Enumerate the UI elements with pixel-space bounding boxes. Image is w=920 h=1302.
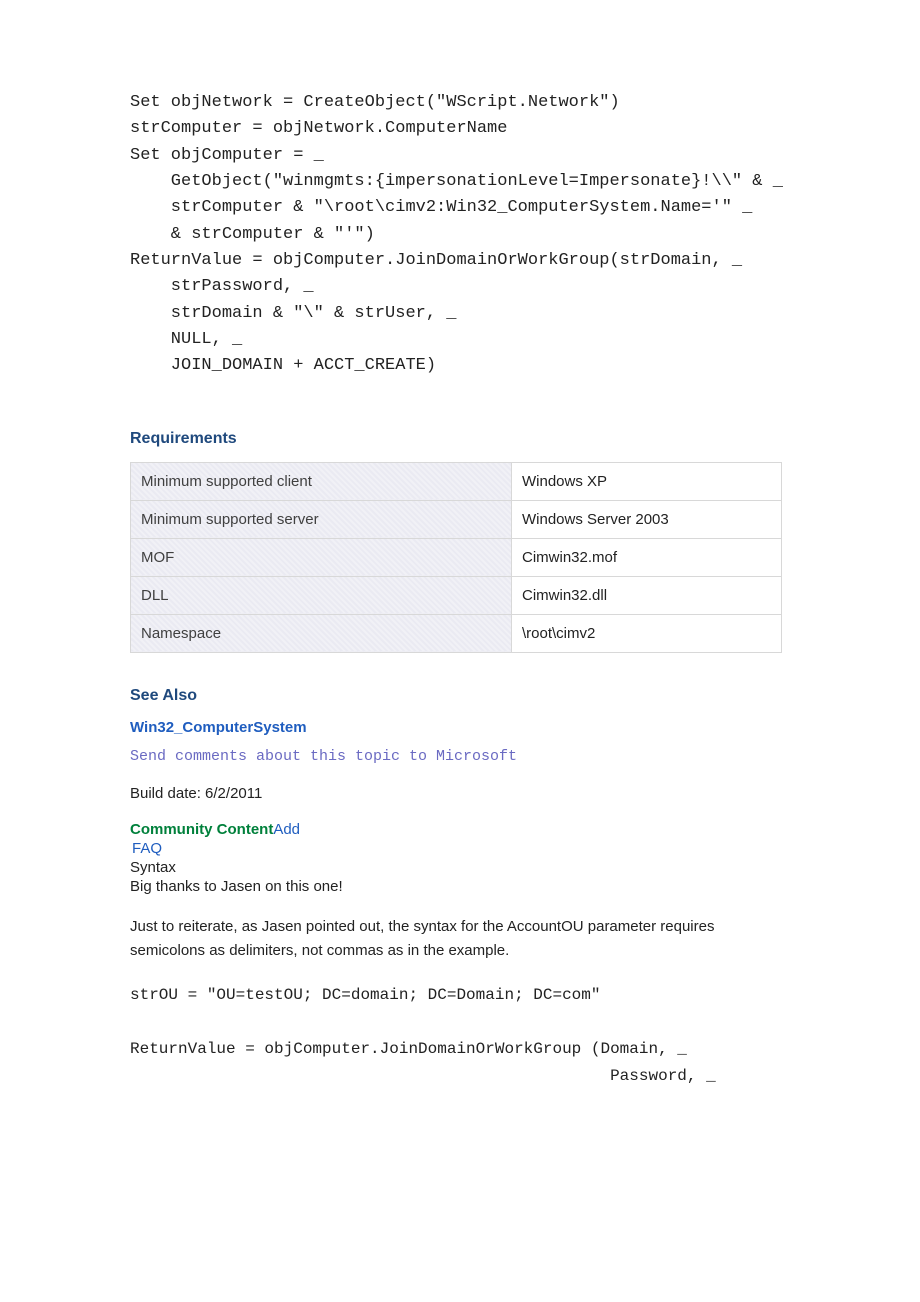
community-content-section: Community ContentAdd FAQ Syntax Big than… [130,821,850,962]
code-example-2: strOU = "OU=testOU; DC=domain; DC=Domain… [130,982,850,1091]
community-item-subtitle: Big thanks to Jasen on this one! [130,878,850,895]
req-key: Minimum supported server [131,500,512,538]
req-value: Windows XP [512,462,782,500]
req-value: Cimwin32.mof [512,538,782,576]
table-row: Minimum supported server Windows Server … [131,500,782,538]
community-faq-link[interactable]: FAQ [132,840,850,857]
table-row: Namespace \root\cimv2 [131,614,782,652]
requirements-heading: Requirements [130,430,850,448]
table-row: MOF Cimwin32.mof [131,538,782,576]
req-key: DLL [131,576,512,614]
community-add-link[interactable]: Add [273,821,300,838]
code-example-1: Set objNetwork = CreateObject("WScript.N… [130,90,850,380]
feedback-link[interactable]: Send comments about this topic to Micros… [130,748,850,765]
req-key: Minimum supported client [131,462,512,500]
see-also-link[interactable]: Win32_ComputerSystem [130,719,850,736]
req-value: Cimwin32.dll [512,576,782,614]
requirements-table: Minimum supported client Windows XP Mini… [130,462,782,653]
community-item-title: Syntax [130,859,850,876]
req-value: \root\cimv2 [512,614,782,652]
community-content-label: Community Content [130,821,273,838]
see-also-heading: See Also [130,687,850,705]
req-key: Namespace [131,614,512,652]
community-body-text: Just to reiterate, as Jasen pointed out,… [130,915,770,962]
table-row: DLL Cimwin32.dll [131,576,782,614]
req-value: Windows Server 2003 [512,500,782,538]
document-page: Set objNetwork = CreateObject("WScript.N… [0,0,920,1131]
table-row: Minimum supported client Windows XP [131,462,782,500]
req-key: MOF [131,538,512,576]
build-date: Build date: 6/2/2011 [130,783,850,806]
